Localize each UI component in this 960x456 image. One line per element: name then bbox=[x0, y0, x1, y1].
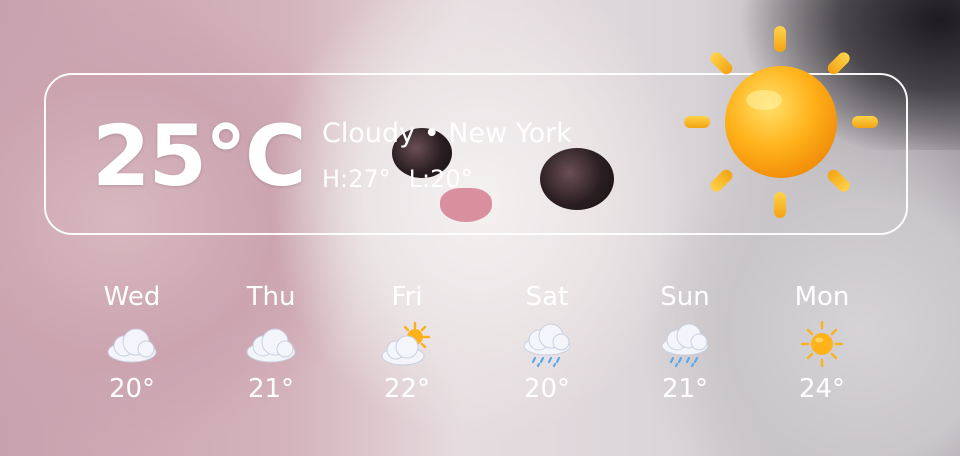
condition-location: Cloudy • New York bbox=[322, 116, 572, 152]
day-temp: 21° bbox=[661, 374, 709, 404]
cloud-icon bbox=[246, 328, 296, 363]
day-name: Wed bbox=[103, 282, 161, 312]
day-name: Fri bbox=[391, 282, 423, 312]
forecast-day-sun: Sun 21° bbox=[625, 280, 745, 406]
low-temp: L:20° bbox=[408, 165, 473, 193]
sun-icon bbox=[684, 26, 878, 218]
forecast-day-fri: Fri 22° bbox=[347, 280, 467, 406]
rain-cloud-icon bbox=[523, 323, 571, 368]
day-name: Sun bbox=[660, 282, 710, 312]
day-temp: 21° bbox=[247, 374, 295, 404]
forecast-day-sat: Sat 20° bbox=[487, 280, 607, 406]
sun-behind-cloud-icon bbox=[381, 321, 431, 366]
separator-dot: • bbox=[423, 118, 440, 149]
forecast-day-wed: Wed 20° bbox=[72, 280, 192, 406]
high-temp: H:27° bbox=[322, 165, 391, 193]
day-name: Thu bbox=[246, 282, 296, 312]
day-temp: 20° bbox=[108, 374, 156, 404]
forecast-day-thu: Thu 21° bbox=[211, 280, 331, 406]
condition-text: Cloudy bbox=[322, 118, 416, 149]
day-temp: 22° bbox=[383, 374, 431, 404]
city-name: New York bbox=[448, 118, 572, 149]
cloud-icon bbox=[107, 328, 157, 363]
rain-cloud-icon bbox=[661, 323, 709, 368]
high-low: H:27° L:20° bbox=[322, 162, 491, 196]
day-temp: 24° bbox=[798, 374, 846, 404]
day-name: Sat bbox=[525, 282, 569, 312]
day-name: Mon bbox=[794, 282, 850, 312]
day-temp: 20° bbox=[523, 374, 571, 404]
current-temperature: 25°C bbox=[92, 107, 307, 205]
sun-icon bbox=[800, 320, 844, 368]
forecast-day-mon: Mon 24° bbox=[762, 280, 882, 406]
